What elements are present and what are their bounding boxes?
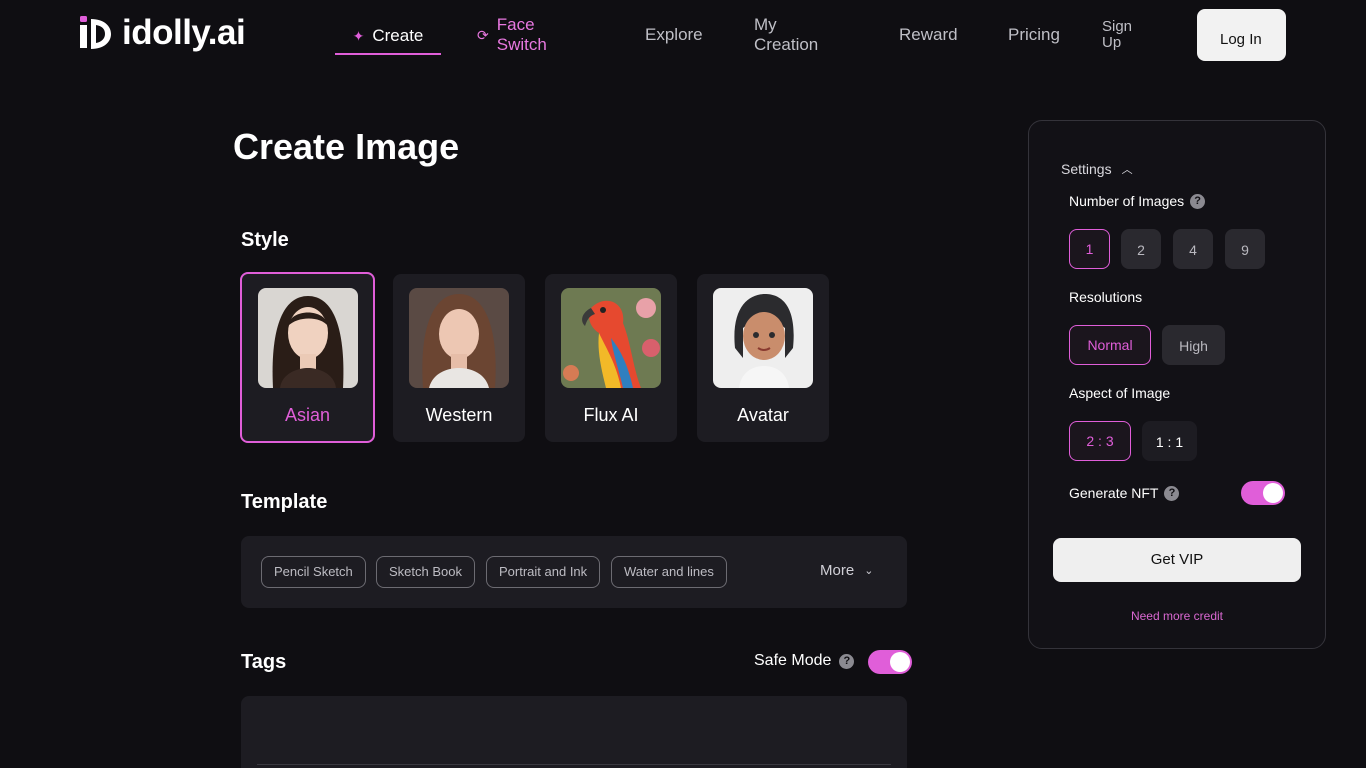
chevron-down-icon: ⌄ <box>864 565 874 577</box>
safe-mode-toggle[interactable] <box>868 650 912 674</box>
style-card-western[interactable]: Western <box>393 274 525 442</box>
nav-explore[interactable]: Explore <box>645 25 703 45</box>
style-card-avatar[interactable]: Avatar <box>697 274 829 442</box>
sign-up-link[interactable]: Sign Up <box>1102 19 1142 51</box>
settings-toggle[interactable]: Settings ︿ <box>1061 161 1133 177</box>
logo-icon <box>80 16 111 49</box>
template-more-label: More <box>820 562 855 579</box>
logo[interactable]: idolly.ai <box>80 13 246 52</box>
style-thumbnail-western <box>409 288 509 388</box>
tags-input-area[interactable] <box>241 696 907 768</box>
toggle-knob <box>1263 483 1283 503</box>
toggle-knob <box>890 652 910 672</box>
nav-face-switch[interactable]: ⟳ Face Switch <box>477 15 567 55</box>
template-chip-portrait-and-ink[interactable]: Portrait and Ink <box>486 556 601 588</box>
resolution-option-high[interactable]: High <box>1162 325 1225 365</box>
need-more-credit-link[interactable]: Need more credit <box>1029 609 1325 623</box>
generate-nft-label: Generate NFT ? <box>1069 485 1180 501</box>
style-card-flux-ai[interactable]: Flux AI <box>545 274 677 442</box>
chevron-up-icon: ︿ <box>1121 164 1133 176</box>
tags-divider <box>257 764 891 765</box>
aspect-option-1-1[interactable]: 1 : 1 <box>1142 421 1197 461</box>
num-images-option-9[interactable]: 9 <box>1225 229 1265 269</box>
style-heading: Style <box>241 229 289 251</box>
style-label-avatar: Avatar <box>737 405 789 425</box>
sparkle-icon: ✦ <box>352 28 365 44</box>
nav-create[interactable]: ✦ Create <box>335 24 441 55</box>
style-card-asian[interactable]: Asian <box>240 272 375 443</box>
num-images-option-1[interactable]: 1 <box>1069 229 1110 269</box>
template-panel: Pencil Sketch Sketch Book Portrait and I… <box>241 536 907 608</box>
get-vip-button[interactable]: Get VIP <box>1053 538 1301 582</box>
generate-nft-toggle[interactable] <box>1241 481 1285 505</box>
style-label-flux-ai: Flux AI <box>583 405 639 425</box>
style-thumbnail-flux-ai <box>561 288 661 388</box>
template-chip-water-and-lines[interactable]: Water and lines <box>611 556 727 588</box>
style-label-western: Western <box>425 405 493 425</box>
template-heading: Template <box>241 491 328 513</box>
page-title: Create Image <box>233 126 460 167</box>
resolutions-label: Resolutions <box>1069 289 1143 305</box>
nav-reward[interactable]: Reward <box>899 25 958 45</box>
help-icon[interactable]: ? <box>839 653 855 669</box>
nav-face-switch-label: Face Switch <box>496 15 547 54</box>
tags-heading: Tags <box>241 651 287 673</box>
nav-my-creation[interactable]: My Creation <box>754 15 834 55</box>
resolution-option-normal[interactable]: Normal <box>1069 325 1151 365</box>
safe-mode-label: Safe Mode <box>754 652 832 669</box>
help-icon[interactable]: ? <box>1190 193 1206 209</box>
style-label-asian: Asian <box>284 405 331 425</box>
settings-panel: Settings ︿ Number of Images ? 1 2 4 9 Re… <box>1028 120 1326 649</box>
template-chip-sketch-book[interactable]: Sketch Book <box>376 556 475 588</box>
aspect-option-2-3[interactable]: 2 : 3 <box>1069 421 1131 461</box>
num-images-option-4[interactable]: 4 <box>1173 229 1213 269</box>
template-more-button[interactable]: More ⌄ <box>820 562 873 579</box>
log-in-button[interactable]: Log In <box>1197 9 1286 61</box>
style-thumbnail-asian <box>258 288 358 388</box>
refresh-icon: ⟳ <box>477 27 489 43</box>
template-chip-pencil-sketch[interactable]: Pencil Sketch <box>261 556 366 588</box>
style-thumbnail-avatar <box>713 288 813 388</box>
num-images-option-2[interactable]: 2 <box>1121 229 1161 269</box>
generate-nft-text: Generate NFT <box>1069 485 1159 501</box>
number-of-images-label: Number of Images ? <box>1069 193 1206 209</box>
safe-mode: Safe Mode ? <box>754 652 855 670</box>
number-of-images-text: Number of Images <box>1069 193 1185 209</box>
aspect-label: Aspect of Image <box>1069 385 1171 401</box>
help-icon[interactable]: ? <box>1164 485 1180 501</box>
nav-pricing[interactable]: Pricing <box>1008 25 1060 45</box>
settings-heading: Settings <box>1061 161 1112 177</box>
logo-text: idolly.ai <box>122 13 246 52</box>
nav-create-label: Create <box>372 26 424 45</box>
